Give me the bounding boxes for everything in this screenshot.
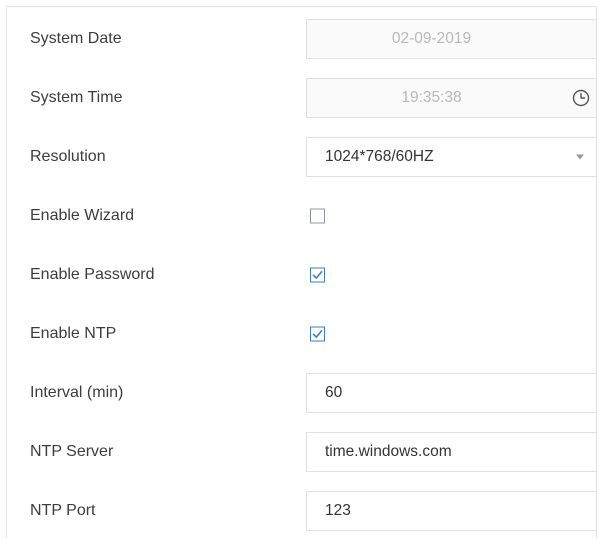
enable-password-label: Enable Password (30, 266, 155, 283)
enable-password-checkbox[interactable] (310, 267, 325, 283)
enable-password-row: Enable Password (7, 255, 596, 295)
system-time-value: 19:35:38 (401, 89, 462, 106)
resolution-label: Resolution (30, 148, 106, 165)
interval-row: Interval (min) (7, 373, 597, 413)
ntp-server-row: NTP Server (7, 432, 597, 472)
ntp-port-label: NTP Port (30, 502, 96, 519)
general-settings-panel: System Date 02-09-2019 System Time 19:35… (6, 6, 597, 538)
system-time-row: System Time 19:35:38 (7, 78, 597, 118)
ntp-port-row: NTP Port (7, 491, 597, 531)
ntp-port-input[interactable] (306, 491, 597, 531)
checkmark-icon (312, 270, 323, 279)
enable-ntp-label: Enable NTP (30, 325, 117, 342)
enable-wizard-label: Enable Wizard (30, 207, 135, 224)
enable-wizard-row: Enable Wizard (7, 196, 596, 236)
ntp-server-input[interactable] (306, 432, 597, 472)
enable-wizard-checkbox[interactable] (310, 208, 325, 224)
system-time-label: System Time (30, 89, 123, 106)
interval-label: Interval (min) (30, 384, 124, 401)
chevron-down-icon[interactable] (576, 154, 584, 160)
system-date-value: 02-09-2019 (391, 30, 472, 47)
clock-icon[interactable] (572, 89, 590, 107)
checkmark-icon (312, 329, 323, 338)
enable-ntp-row: Enable NTP (7, 314, 596, 354)
ntp-server-label: NTP Server (30, 443, 114, 460)
enable-ntp-checkbox[interactable] (310, 326, 325, 342)
system-date-field: 02-09-2019 (306, 19, 597, 59)
system-time-field: 19:35:38 (306, 78, 597, 118)
resolution-value: 1024*768/60HZ (325, 148, 434, 165)
resolution-row: Resolution 1024*768/60HZ (7, 137, 597, 177)
interval-input[interactable] (306, 373, 597, 413)
system-date-row: System Date 02-09-2019 (7, 19, 597, 59)
resolution-select[interactable]: 1024*768/60HZ (306, 137, 597, 177)
system-date-label: System Date (30, 30, 122, 47)
